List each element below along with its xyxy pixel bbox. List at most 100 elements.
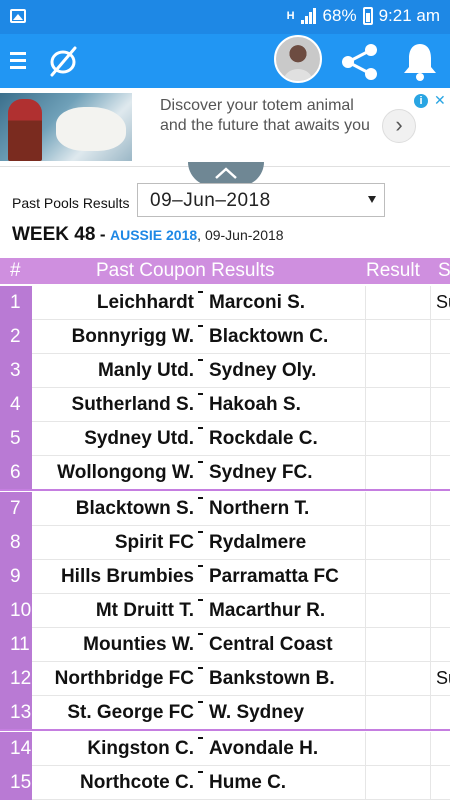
header-num: #	[10, 260, 21, 281]
status-bar: H 68% 9:21 am	[0, 0, 450, 34]
result-cell[interactable]	[365, 354, 431, 388]
home-team: Manly Utd.	[97, 360, 194, 381]
row-number: 1	[0, 286, 32, 320]
week-league[interactable]: AUSSIE 2018	[110, 227, 197, 243]
result-cell[interactable]	[365, 766, 431, 800]
extra-cell: Su	[436, 292, 450, 312]
table-row[interactable]: 6 Wollongong W. Sydney FC.	[0, 456, 450, 490]
result-cell[interactable]	[365, 492, 431, 526]
match-separator	[198, 497, 203, 499]
match-separator	[198, 359, 203, 361]
result-cell[interactable]	[365, 628, 431, 662]
result-cell[interactable]	[365, 422, 431, 456]
menu-icon[interactable]	[10, 52, 26, 70]
result-cell[interactable]	[365, 560, 431, 594]
status-icons: H 68% 9:21 am	[287, 6, 440, 26]
result-cell[interactable]	[365, 594, 431, 628]
table-row[interactable]: 13 St. George FC W. Sydney	[0, 696, 450, 730]
away-team: Marconi S.	[209, 292, 306, 313]
match-separator	[198, 599, 203, 601]
home-team: Bonnyrigg W.	[71, 326, 194, 347]
header-coupon: Past Coupon Results	[96, 260, 275, 281]
row-number: 4	[0, 388, 32, 422]
table-row[interactable]: 8 Spirit FC Rydalmere	[0, 526, 450, 560]
table-header: # Past Coupon Results Result S	[0, 258, 450, 284]
home-team: Northcote C.	[80, 772, 194, 793]
table-row[interactable]: 4 Sutherland S. Hakoah S.	[0, 388, 450, 422]
table-row[interactable]: 15 Northcote C. Hume C.	[0, 766, 450, 800]
home-team: Leichhardt	[96, 292, 194, 313]
ad-next-button[interactable]: ›	[382, 109, 416, 143]
home-team: Sydney Utd.	[84, 428, 194, 449]
away-team: Central Coast	[209, 634, 333, 655]
table-row[interactable]: 11 Mounties W. Central Coast	[0, 628, 450, 662]
result-cell[interactable]	[365, 662, 431, 696]
results-table: 1 Leichhardt Marconi S. Su 2 Bonnyrigg W. Blac…	[0, 286, 450, 800]
ad-info-icon[interactable]: i	[414, 94, 428, 108]
home-team: Wollongong W.	[57, 462, 194, 483]
match-separator	[198, 565, 203, 567]
dropdown-caret-icon	[368, 196, 376, 203]
ad-image[interactable]	[0, 93, 132, 161]
table-row[interactable]: 12 Northbridge FC Bankstown B. Su	[0, 662, 450, 696]
table-row[interactable]: 5 Sydney Utd. Rockdale C.	[0, 422, 450, 456]
row-number: 10	[0, 594, 32, 628]
group-divider	[0, 489, 450, 491]
ad-banner[interactable]: Discover your totem animal and the futur…	[0, 88, 450, 167]
away-team: Northern T.	[209, 498, 310, 519]
ad-close-icon[interactable]: ✕	[434, 92, 446, 109]
app-bar	[0, 34, 450, 88]
row-number: 7	[0, 492, 32, 526]
table-row[interactable]: 9 Hills Brumbies Parramatta FC	[0, 560, 450, 594]
row-number: 9	[0, 560, 32, 594]
app-logo-icon[interactable]	[46, 44, 80, 78]
extra-cell: Su	[436, 668, 450, 688]
result-cell[interactable]	[365, 286, 431, 320]
home-team: Hills Brumbies	[60, 566, 194, 587]
table-row[interactable]: 3 Manly Utd. Sydney Oly.	[0, 354, 450, 388]
chevron-up-icon	[215, 167, 237, 179]
home-team: Mt Druitt T.	[95, 600, 194, 621]
result-cell[interactable]	[365, 732, 431, 766]
away-team: Parramatta FC	[209, 566, 339, 587]
away-team: Sydney Oly.	[209, 360, 317, 381]
ad-text[interactable]: Discover your totem animal and the futur…	[160, 96, 370, 136]
clock: 9:21 am	[378, 6, 440, 25]
result-cell[interactable]	[365, 388, 431, 422]
header-extra: S	[438, 260, 450, 281]
match-separator	[198, 667, 203, 669]
signal-icon	[300, 8, 317, 24]
table-row[interactable]: 1 Leichhardt Marconi S. Su	[0, 286, 450, 320]
result-cell[interactable]	[365, 456, 431, 490]
row-number: 14	[0, 732, 32, 766]
match-separator	[198, 291, 203, 293]
home-team: Northbridge FC	[54, 668, 194, 689]
away-team: W. Sydney	[209, 702, 305, 723]
pools-date-select[interactable]: 09–Jun–2018	[137, 183, 385, 217]
week-info: WEEK 48 - AUSSIE 2018, 09-Jun-2018	[12, 224, 284, 248]
match-separator	[198, 633, 203, 635]
user-avatar[interactable]	[274, 35, 322, 83]
table-row[interactable]: 7 Blacktown S. Northern T.	[0, 492, 450, 526]
result-cell[interactable]	[365, 526, 431, 560]
away-team: Sydney FC.	[209, 462, 313, 483]
network-type: H	[286, 10, 295, 22]
home-team: Kingston C.	[87, 738, 194, 759]
away-team: Rockdale C.	[209, 428, 318, 449]
notifications-bell-icon[interactable]	[400, 40, 440, 82]
match-separator	[198, 771, 203, 773]
group-divider	[0, 729, 450, 731]
row-number: 15	[0, 766, 32, 800]
home-team: Spirit FC	[114, 532, 194, 553]
table-row[interactable]: 14 Kingston C. Avondale H.	[0, 732, 450, 766]
table-row[interactable]: 2 Bonnyrigg W. Blacktown C.	[0, 320, 450, 354]
result-cell[interactable]	[365, 320, 431, 354]
row-number: 6	[0, 456, 32, 490]
week-title: WEEK 48	[12, 224, 96, 245]
share-icon[interactable]	[338, 42, 382, 82]
match-separator	[198, 737, 203, 739]
away-team: Avondale H.	[209, 738, 319, 759]
table-row[interactable]: 10 Mt Druitt T. Macarthur R.	[0, 594, 450, 628]
result-cell[interactable]	[365, 696, 431, 730]
away-team: Macarthur R.	[209, 600, 326, 621]
